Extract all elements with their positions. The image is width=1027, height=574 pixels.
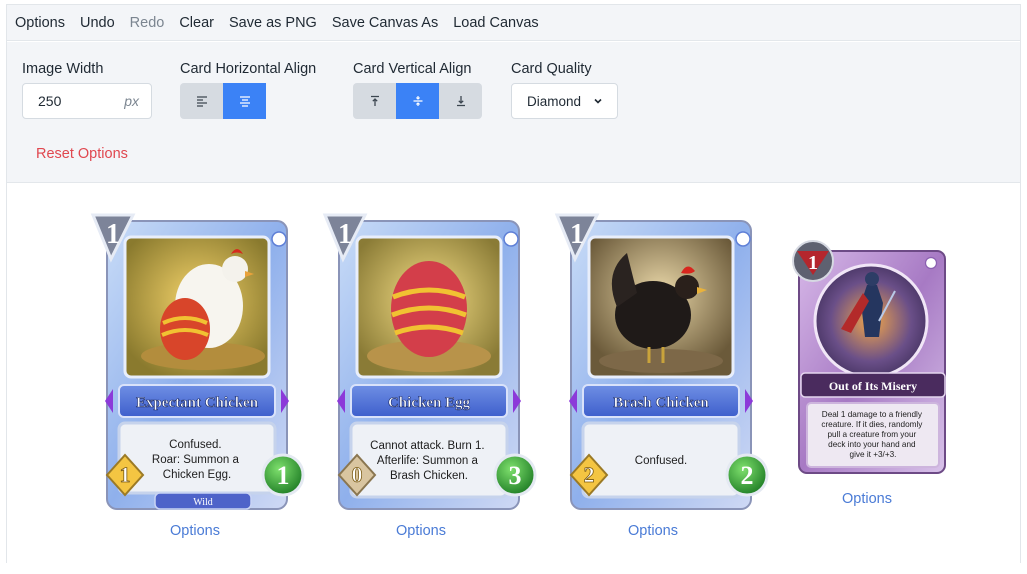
align-middle-icon [413, 96, 422, 106]
card-options-link[interactable]: Options [155, 523, 235, 539]
card-cost: 1 [808, 252, 818, 274]
align-bottom-icon [456, 96, 465, 107]
horizontal-align-label: Card Horizontal Align [180, 61, 317, 77]
align-center-button[interactable] [223, 83, 266, 119]
god-emblem-icon [503, 231, 519, 247]
menu-load-canvas[interactable]: Load Canvas [453, 15, 538, 31]
image-width-input[interactable] [38, 93, 108, 109]
god-emblem-icon [271, 231, 287, 247]
image-width-label: Image Width [22, 61, 104, 77]
card-name: Brash Chicken [613, 395, 709, 411]
align-top-icon [370, 95, 379, 106]
horizontal-align-field: Card Horizontal Align [180, 61, 316, 119]
card-description-line: give it +3/+3. [850, 450, 897, 459]
card-description-line: Brash Chicken. [390, 470, 468, 482]
card-health: 1 [277, 461, 290, 490]
menu-save-png[interactable]: Save as PNG [229, 15, 317, 31]
card-description-line: Afterlife: Summon a [377, 455, 479, 467]
vertical-align-label: Card Vertical Align [353, 61, 472, 77]
card-expectant-chicken[interactable]: Expectant Chicken Confused. Roar: Summon… [85, 211, 305, 519]
menu-bar: Options Undo Redo Clear Save as PNG Save… [7, 5, 1020, 41]
menu-undo[interactable]: Undo [80, 15, 115, 31]
card-attack: 1 [120, 462, 131, 487]
chevron-down-icon [594, 98, 602, 104]
menu-clear[interactable]: Clear [179, 15, 214, 31]
god-emblem-icon [735, 231, 751, 247]
align-left-icon [196, 96, 207, 107]
card-options-link[interactable]: Options [381, 523, 461, 539]
card-name: Expectant Chicken [136, 395, 259, 411]
card-brash-chicken[interactable]: Brash Chicken Confused. 1 2 2 [549, 211, 769, 519]
card-description-line: deck into your hand and [828, 440, 916, 449]
card-cost: 1 [338, 219, 352, 250]
card-options-link[interactable]: Options [827, 491, 907, 507]
card-description-line: Roar: Summon a [152, 454, 240, 466]
card-name: Chicken Egg [388, 395, 471, 411]
card-options-link[interactable]: Options [613, 523, 693, 539]
quality-label: Card Quality [511, 61, 592, 77]
align-center-icon [239, 96, 250, 107]
quality-select[interactable]: Diamond [511, 83, 618, 119]
quality-field: Card Quality Diamond [511, 61, 618, 119]
card-description-line: Confused. [169, 439, 221, 451]
card-attack: 2 [584, 462, 595, 487]
vertical-align-field: Card Vertical Align [353, 61, 482, 119]
card-out-of-its-misery[interactable]: Out of Its Misery Deal 1 damage to a fri… [783, 237, 948, 477]
horizontal-align-group [180, 83, 316, 119]
card-attack: 0 [352, 462, 363, 487]
card-description-line: pull a creature from your [827, 430, 916, 439]
god-emblem-icon [924, 256, 938, 270]
image-width-field: Image Width px [22, 61, 152, 119]
align-middle-button[interactable] [396, 83, 439, 119]
align-left-button[interactable] [180, 83, 223, 119]
card-cost: 1 [570, 219, 584, 250]
options-panel: Image Width px Card Horizontal Align Car… [7, 42, 1020, 183]
card-description-line: creature. If it dies, randomly [821, 420, 923, 429]
menu-options[interactable]: Options [15, 15, 65, 31]
vertical-align-group [353, 83, 482, 119]
menu-save-canvas[interactable]: Save Canvas As [332, 15, 438, 31]
reset-options-button[interactable]: Reset Options [36, 146, 128, 162]
menu-redo[interactable]: Redo [130, 15, 165, 31]
card-chicken-egg[interactable]: Chicken Egg Cannot attack. Burn 1. After… [317, 211, 537, 519]
card-health: 3 [509, 461, 522, 490]
align-top-button[interactable] [353, 83, 396, 119]
card-tag: Wild [193, 497, 213, 508]
quality-select-value: Diamond [527, 93, 582, 109]
card-cost: 1 [106, 219, 120, 250]
align-bottom-button[interactable] [439, 83, 482, 119]
card-description-line: Deal 1 damage to a friendly [822, 410, 923, 419]
image-width-input-wrapper[interactable]: px [22, 83, 152, 119]
card-description-line: Cannot attack. Burn 1. [370, 440, 484, 452]
card-health: 2 [741, 461, 754, 490]
card-description-line: Chicken Egg. [163, 469, 231, 481]
image-width-unit: px [124, 93, 139, 109]
card-canvas: Expectant Chicken Confused. Roar: Summon… [7, 183, 1020, 564]
card-builder-window: Options Undo Redo Clear Save as PNG Save… [6, 4, 1021, 564]
card-description: Confused. [635, 455, 687, 467]
card-name: Out of Its Misery [829, 379, 917, 393]
